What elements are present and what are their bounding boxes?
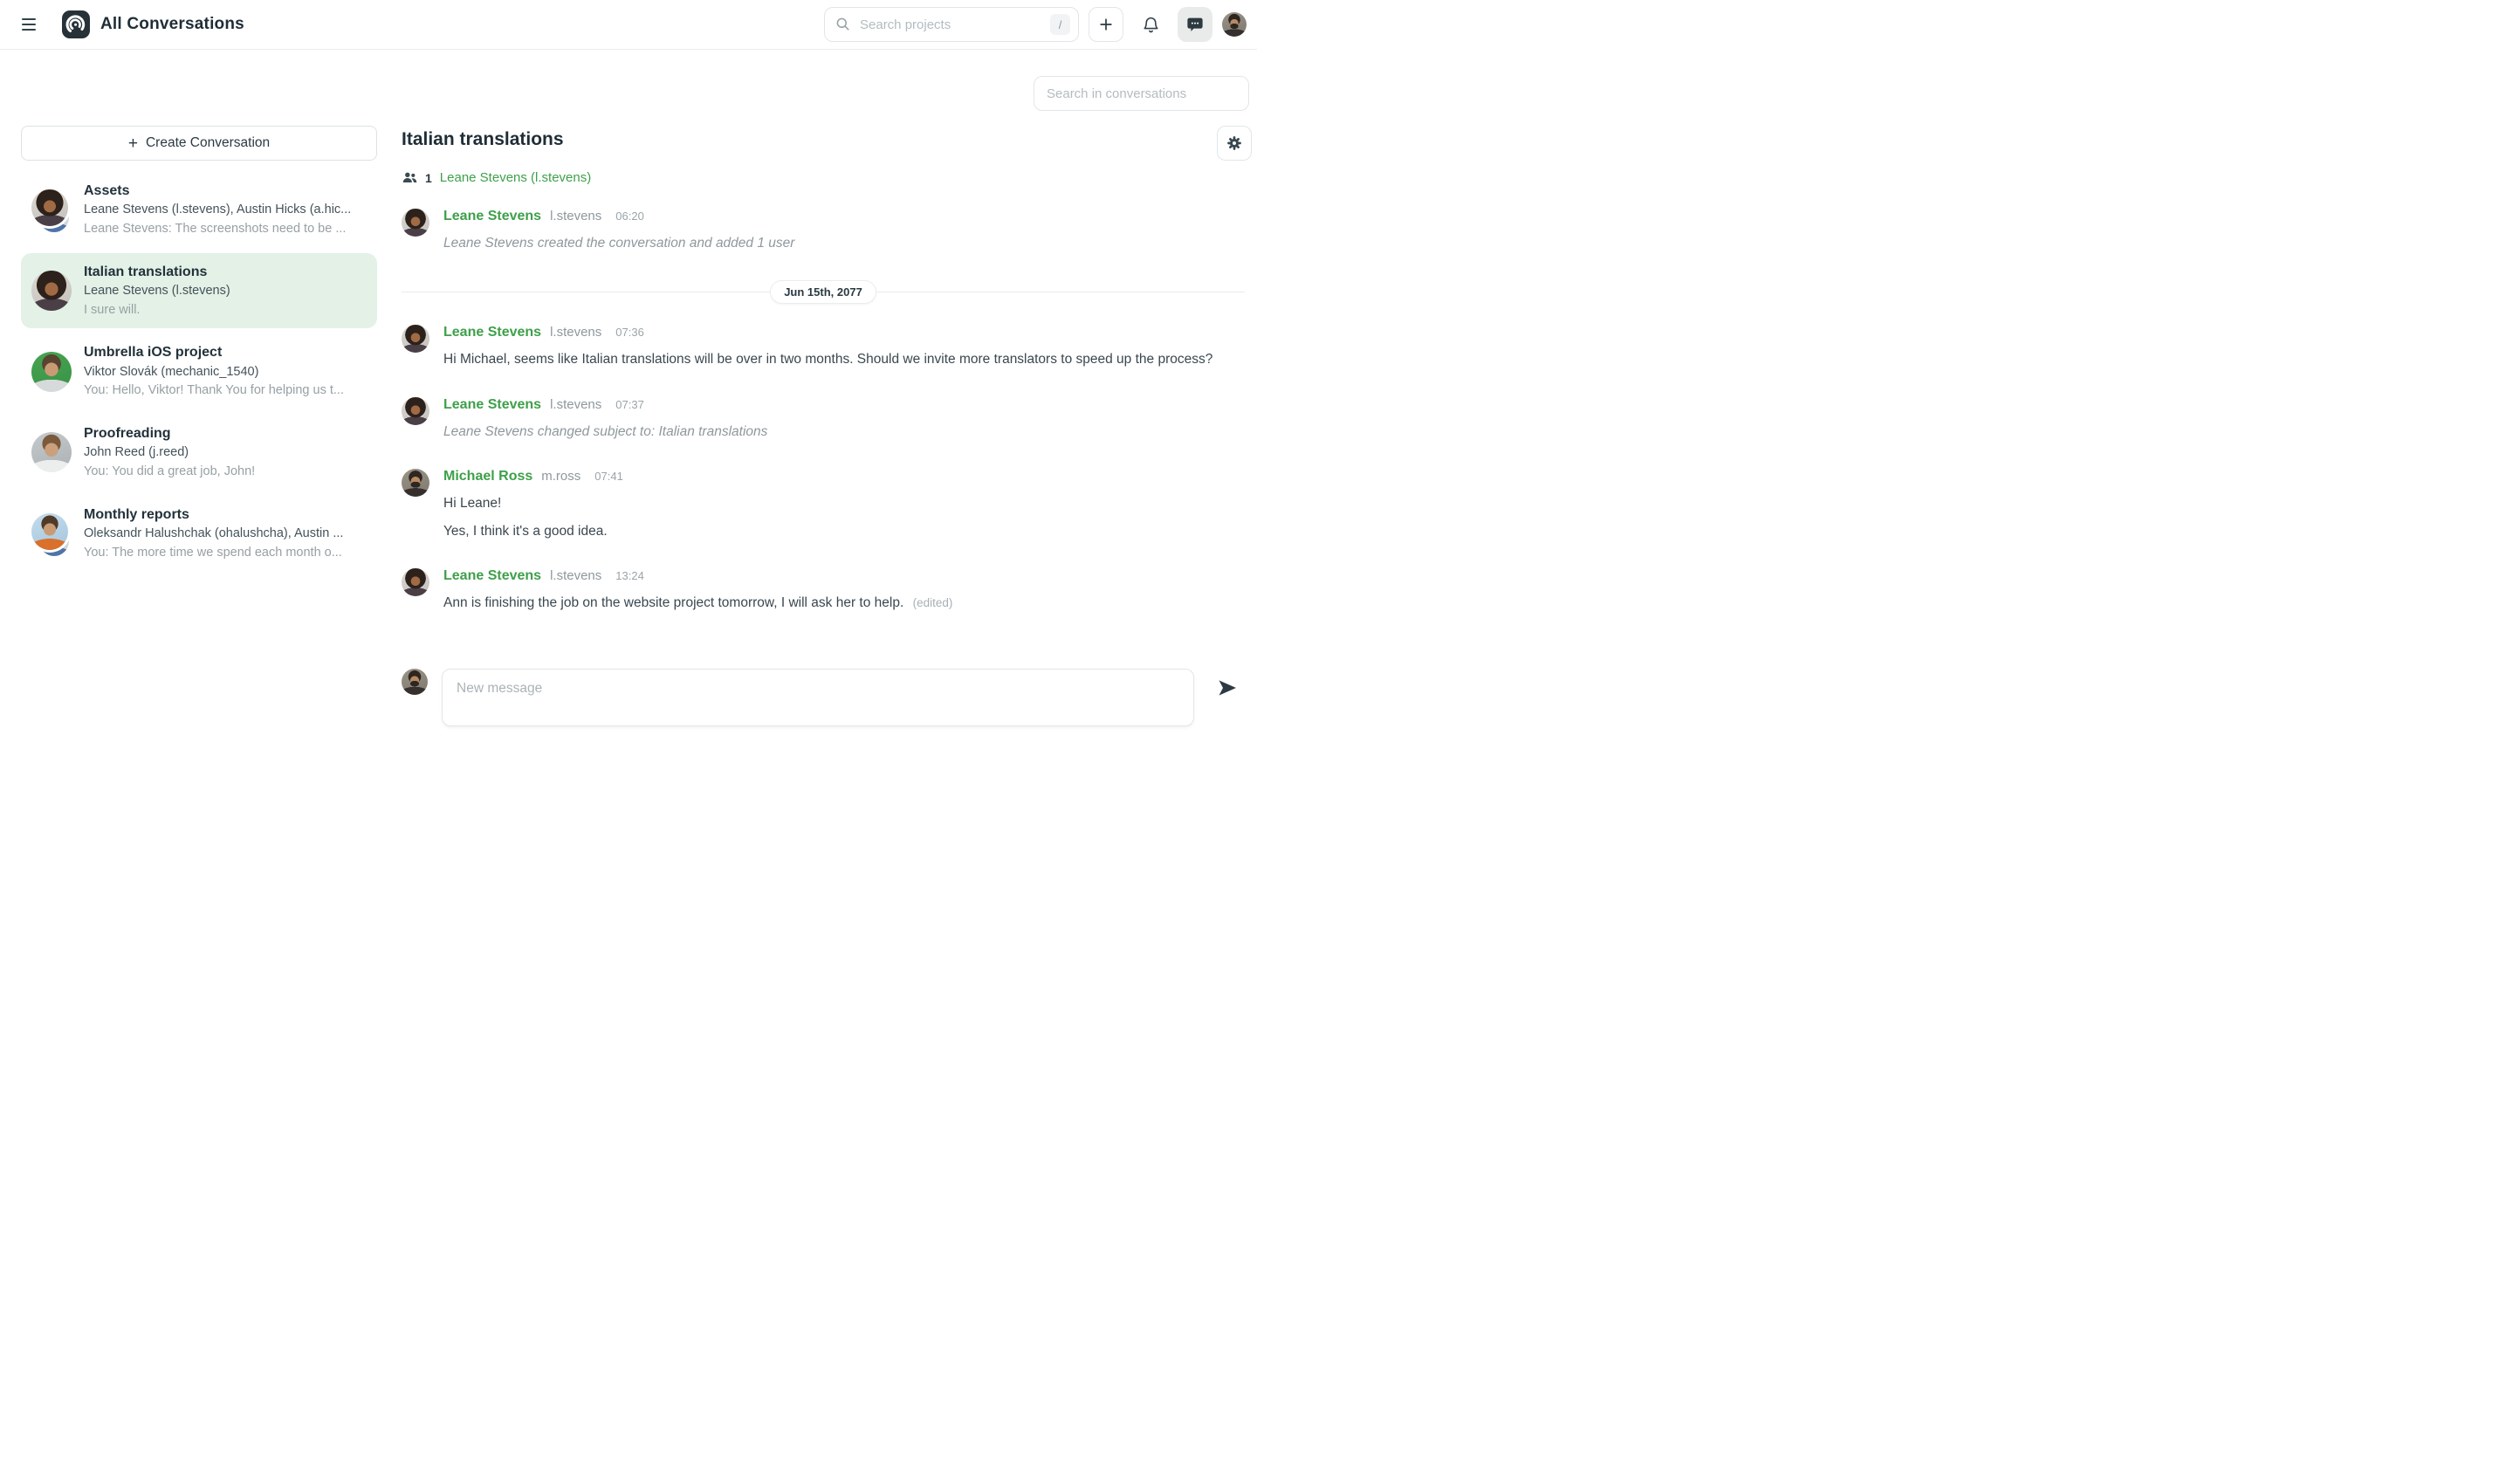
avatar [402, 568, 429, 596]
conversation-preview: You: The more time we spend each month o… [84, 544, 367, 563]
message-username: m.ross [541, 469, 580, 484]
add-button[interactable] [1089, 7, 1123, 42]
conversation-title: Assets [84, 181, 367, 201]
message-author[interactable]: Leane Stevens [443, 568, 541, 584]
conversation-title: Monthly reports [84, 505, 367, 525]
avatar-stack [31, 189, 72, 230]
user-avatar[interactable] [1222, 12, 1247, 37]
date-pill: Jun 15th, 2077 [770, 280, 876, 304]
message: Leane Stevens l.stevens 07:37 Leane Stev… [402, 397, 1245, 442]
conversation-members: Oleksandr Halushchak (ohalushcha), Austi… [84, 525, 367, 544]
participants-row: 1 Leane Stevens (l.stevens) [402, 169, 1254, 186]
message-text: Hi Leane! [443, 494, 1245, 513]
avatar [31, 271, 72, 311]
message: Michael Ross m.ross 07:41 Hi Leane! Yes,… [402, 469, 1245, 541]
message-username: l.stevens [550, 209, 601, 223]
avatar [31, 513, 68, 550]
plus-icon: + [128, 135, 138, 152]
message-text: Yes, I think it's a good idea. [443, 522, 1245, 541]
chat-panel: Italian translations 1 Le [402, 122, 1254, 742]
conversation-preview: I sure will. [84, 301, 367, 320]
menu-icon[interactable] [22, 13, 45, 36]
search-icon [835, 16, 851, 32]
participants-count: 1 [425, 171, 432, 185]
gear-icon [1226, 134, 1243, 152]
page-title: All Conversations [100, 15, 244, 34]
message-time: 13:24 [615, 569, 644, 582]
message: Leane Stevens l.stevens 13:24 Ann is fin… [402, 568, 1245, 613]
conversation-title: Umbrella iOS project [84, 342, 367, 362]
conversation-search [1034, 76, 1249, 111]
message-username: l.stevens [550, 568, 601, 583]
conversations-sidebar: + Create Conversation Assets Leane Steve… [21, 126, 377, 576]
chat-title: Italian translations [402, 122, 1254, 150]
search-shortcut-badge: / [1050, 14, 1070, 35]
message-author[interactable]: Leane Stevens [443, 397, 541, 413]
conversation-list: Assets Leane Stevens (l.stevens), Austin… [21, 172, 377, 571]
avatar [31, 352, 72, 392]
message-text: Leane Stevens changed subject to: Italia… [443, 423, 1245, 442]
message-time: 06:20 [615, 210, 644, 223]
edited-badge: (edited) [913, 596, 953, 609]
date-divider: Jun 15th, 2077 [402, 280, 1245, 304]
avatar [402, 325, 429, 353]
message: Leane Stevens l.stevens 06:20 Leane Stev… [402, 209, 1245, 253]
participants-link[interactable]: Leane Stevens (l.stevens) [440, 170, 591, 185]
message-text: Leane Stevens created the conversation a… [443, 234, 1245, 253]
message-time: 07:37 [615, 398, 644, 411]
conversation-preview: You: Hello, Viktor! Thank You for helpin… [84, 381, 367, 401]
sidebar-item-proofreading[interactable]: Proofreading John Reed (j.reed) You: You… [21, 415, 377, 491]
message-time: 07:41 [594, 470, 623, 483]
conversation-members: Leane Stevens (l.stevens) [84, 282, 367, 301]
search-projects-input[interactable] [824, 7, 1079, 42]
avatar [402, 397, 429, 425]
conversation-title: Italian translations [84, 262, 367, 282]
message-username: l.stevens [550, 397, 601, 412]
sidebar-item-umbrella-ios-project[interactable]: Umbrella iOS project Viktor Slovák (mech… [21, 333, 377, 409]
avatar [402, 469, 429, 497]
message-author[interactable]: Leane Stevens [443, 325, 541, 340]
avatar [402, 669, 428, 695]
sidebar-item-italian-translations[interactable]: Italian translations Leane Stevens (l.st… [21, 253, 377, 329]
conversation-title: Proofreading [84, 423, 367, 443]
conversation-members: Leane Stevens (l.stevens), Austin Hicks … [84, 201, 367, 220]
sidebar-item-monthly-reports[interactable]: Monthly reports Oleksandr Halushchak (oh… [21, 496, 377, 572]
message-text: Hi Michael, seems like Italian translati… [443, 350, 1245, 369]
notifications-button[interactable] [1133, 7, 1168, 42]
message-time: 07:36 [615, 326, 644, 339]
add-icon [1097, 16, 1115, 33]
bell-icon [1142, 16, 1160, 34]
top-bar: All Conversations / [0, 0, 1257, 50]
conversations-button[interactable] [1178, 7, 1212, 42]
app-logo-icon [62, 10, 90, 38]
conversations-icon [1185, 15, 1205, 34]
avatar [31, 432, 72, 472]
conversation-preview: You: You did a great job, John! [84, 463, 367, 482]
create-conversation-button[interactable]: + Create Conversation [21, 126, 377, 161]
conversation-search-input[interactable] [1034, 76, 1249, 111]
message-list: Leane Stevens l.stevens 06:20 Leane Stev… [402, 209, 1245, 614]
send-button[interactable] [1215, 676, 1240, 700]
message-username: l.stevens [550, 325, 601, 340]
sidebar-item-assets[interactable]: Assets Leane Stevens (l.stevens), Austin… [21, 172, 377, 248]
send-icon [1217, 677, 1238, 698]
conversation-preview: Leane Stevens: The screenshots need to b… [84, 220, 367, 239]
message: Leane Stevens l.stevens 07:36 Hi Michael… [402, 325, 1245, 369]
settings-button[interactable] [1217, 126, 1252, 161]
avatar-stack [31, 513, 72, 553]
create-conversation-label: Create Conversation [146, 135, 270, 151]
people-icon [402, 169, 418, 186]
new-message-input[interactable] [442, 669, 1194, 726]
top-bar-actions: / [824, 7, 1247, 42]
message-text: Ann is finishing the job on the website … [443, 594, 1245, 613]
avatar [402, 209, 429, 237]
conversation-members: John Reed (j.reed) [84, 443, 367, 463]
conversation-members: Viktor Slovák (mechanic_1540) [84, 363, 367, 382]
search-projects: / [824, 7, 1079, 42]
app-window: All Conversations / [0, 0, 1257, 742]
message-composer [402, 669, 1254, 726]
message-author[interactable]: Leane Stevens [443, 209, 541, 224]
message-author[interactable]: Michael Ross [443, 469, 532, 484]
